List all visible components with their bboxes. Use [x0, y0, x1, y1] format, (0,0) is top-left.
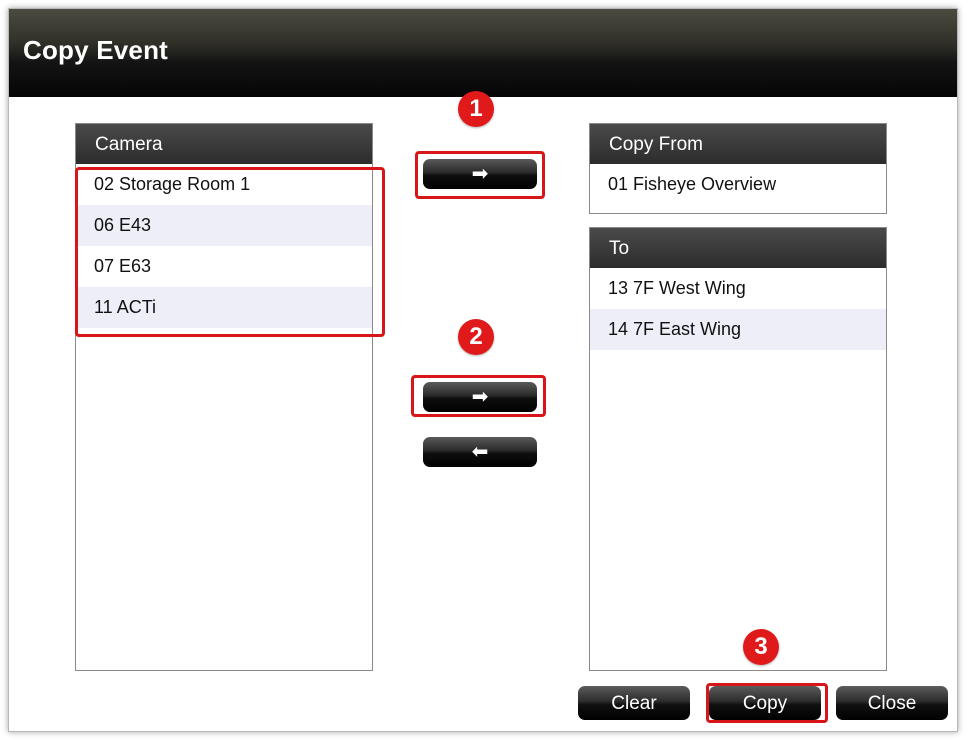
remove-from-destination-button[interactable]: ⬅ — [423, 437, 537, 467]
copy-event-dialog: Copy Event Camera 02 Storage Room 1 06 E… — [8, 8, 958, 732]
step1-button-highlight — [415, 151, 545, 199]
camera-list-header: Camera — [76, 124, 372, 164]
arrow-left-icon: ⬅ — [471, 441, 489, 463]
copy-from-header: Copy From — [590, 124, 886, 164]
copy-from-panel: Copy From 01 Fisheye Overview — [589, 123, 887, 214]
step-3-badge: 3 — [743, 629, 779, 665]
copy-button-highlight — [706, 683, 828, 723]
to-list-item[interactable]: 13 7F West Wing — [590, 268, 886, 309]
clear-button[interactable]: Clear — [578, 686, 690, 720]
step-2-badge: 2 — [458, 319, 494, 355]
to-header: To — [590, 228, 886, 268]
title-bar: Copy Event — [9, 9, 957, 97]
copy-from-item[interactable]: 01 Fisheye Overview — [590, 164, 886, 205]
dialog-title: Copy Event — [23, 35, 169, 65]
step-1-badge: 1 — [458, 91, 494, 127]
to-list-item[interactable]: 14 7F East Wing — [590, 309, 886, 350]
to-panel: To 13 7F West Wing 14 7F East Wing — [589, 227, 887, 671]
close-button[interactable]: Close — [836, 686, 948, 720]
step2-button-highlight — [411, 375, 546, 417]
camera-selection-highlight — [75, 167, 385, 337]
